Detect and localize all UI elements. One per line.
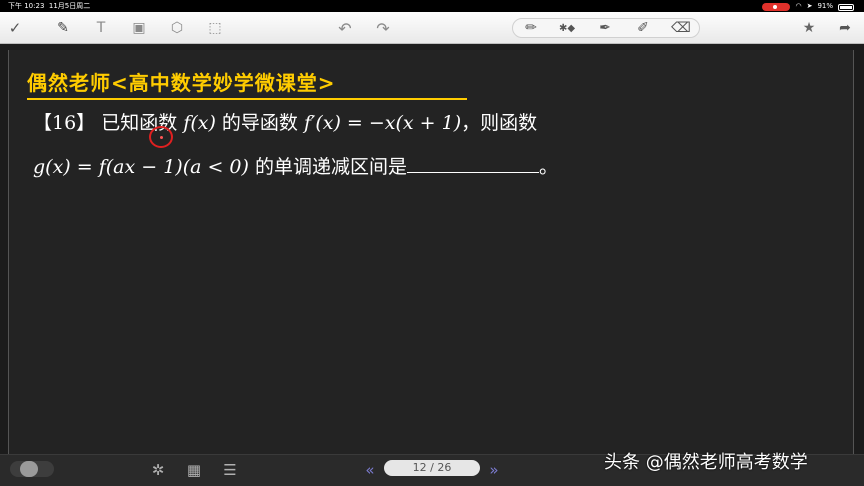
star-icon[interactable]: ★ (798, 17, 820, 39)
pen-tool-icon[interactable]: ✎ (52, 17, 74, 39)
problem-line-1: 【16】 已知函数 f(x) 的导函数 f′(x) = −x(x + 1)，则函… (33, 108, 537, 135)
math-derivative: f′(x) = −x(x + 1) (303, 112, 462, 134)
watermark: 头条 @偶然老师高考数学 (604, 452, 808, 473)
bluetooth-stylus-icon[interactable]: ✱◆ (556, 17, 578, 39)
shape-tool-icon[interactable]: ⬡ (166, 17, 188, 39)
sidebar-toggle[interactable] (10, 461, 54, 477)
pencil-icon[interactable]: ✏ (520, 17, 542, 39)
laser-pointer-cursor (149, 126, 173, 148)
prev-page-icon[interactable]: « (358, 459, 382, 481)
top-toolbar: ✓ ✎ T ▣ ⬡ ⬚ ↶ ↷ ✏ ✱◆ ✒ ✐ ⌫ ★ ➦ (0, 12, 864, 44)
banner-underline (27, 98, 467, 100)
screen-recording-icon (762, 3, 791, 11)
status-time-date: 下午 10:23 11月5日周二 (8, 0, 90, 12)
course-banner: 偶然老师<高中数学妙学微课堂> (27, 71, 336, 95)
select-tool-icon[interactable]: ⬚ (204, 17, 226, 39)
battery-icon (838, 3, 854, 11)
image-tool-icon[interactable]: ▣ (128, 17, 150, 39)
board-page: 偶然老师<高中数学妙学微课堂> 【16】 已知函数 f(x) 的导函数 f′(x… (8, 50, 854, 454)
page-indicator[interactable]: 12 / 26 (384, 460, 480, 476)
next-page-icon[interactable]: » (482, 459, 506, 481)
problem-number: 【16】 (33, 112, 96, 134)
grid-icon[interactable]: ▦ (182, 459, 206, 481)
problem-period: 。 (539, 156, 559, 178)
battery-percent: 91% (817, 2, 833, 10)
settings-icon[interactable]: ✲ (146, 459, 170, 481)
redo-icon[interactable]: ↷ (372, 17, 394, 39)
marker-icon[interactable]: ✒ (594, 17, 616, 39)
problem-text-d: 的单调递减区间是 (254, 156, 407, 178)
math-f-x: f(x) (183, 112, 216, 134)
undo-icon[interactable]: ↶ (334, 17, 356, 39)
math-g-x: g(x) = f(ax − 1)(a < 0) (33, 156, 249, 178)
share-icon[interactable]: ➦ (834, 17, 856, 39)
eraser-icon[interactable]: ⌫ (670, 17, 692, 39)
text-tool-label: T (96, 20, 106, 36)
status-bar: 下午 10:23 11月5日周二 ◠ ➤ 91% (0, 0, 864, 12)
problem-text-b: 的导函数 (221, 112, 298, 134)
problem-text-c: ，则函数 (461, 112, 538, 134)
status-time: 下午 10:23 (8, 2, 45, 10)
answer-blank (407, 155, 539, 173)
whiteboard-canvas[interactable]: 偶然老师<高中数学妙学微课堂> 【16】 已知函数 f(x) 的导函数 f′(x… (0, 44, 864, 454)
check-circle-icon[interactable]: ✓ (4, 17, 26, 39)
wifi-icon: ◠ (795, 2, 802, 10)
location-icon: ➤ (806, 2, 813, 10)
problem-line-2: g(x) = f(ax − 1)(a < 0) 的单调递减区间是 。 (33, 152, 558, 179)
status-date: 11月5日周二 (48, 2, 91, 10)
status-right: ◠ ➤ 91% (762, 0, 854, 12)
menu-icon[interactable]: ☰ (218, 459, 242, 481)
highlighter-icon[interactable]: ✐ (632, 17, 654, 39)
text-tool-icon[interactable]: T (90, 17, 112, 39)
